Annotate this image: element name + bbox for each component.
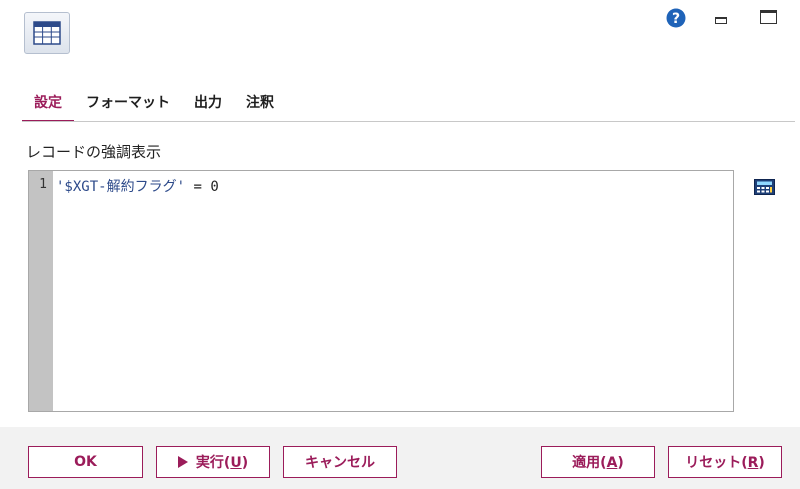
code-line[interactable]: '$XGT-解約フラグ' = 0	[53, 171, 733, 411]
tab-output[interactable]: 出力	[182, 80, 234, 122]
cancel-button[interactable]: キャンセル	[283, 446, 397, 478]
line-number-gutter: 1	[29, 171, 53, 411]
section-label: レコードの強調表示	[26, 143, 162, 161]
ok-button-label: OK	[74, 454, 97, 470]
apply-button-label: 適用(A)	[572, 455, 624, 471]
run-button-label: 実行(U)	[195, 455, 249, 471]
tab-annotation[interactable]: 注釈	[234, 80, 286, 122]
cancel-button-label: キャンセル	[305, 455, 375, 471]
code-string-token: '$XGT-解約フラグ'	[56, 179, 186, 195]
reset-button-label: リセット(R)	[685, 455, 765, 471]
line-number: 1	[39, 177, 47, 192]
tab-divider	[22, 121, 795, 122]
apply-button[interactable]: 適用(A)	[541, 446, 655, 478]
run-button[interactable]: 実行(U)	[156, 446, 270, 478]
tab-bar: 設定 フォーマット 出力 注釈	[22, 80, 286, 122]
tab-format[interactable]: フォーマット	[74, 80, 182, 122]
tab-settings[interactable]: 設定	[22, 80, 74, 122]
code-value-token: 0	[210, 179, 219, 195]
table-icon	[24, 12, 70, 54]
reset-button[interactable]: リセット(R)	[668, 446, 782, 478]
code-operator-token: =	[193, 179, 202, 195]
calculator-icon[interactable]	[754, 179, 775, 195]
expression-editor[interactable]: 1 '$XGT-解約フラグ' = 0	[28, 170, 734, 412]
ok-button[interactable]: OK	[28, 446, 143, 478]
play-icon	[177, 456, 188, 468]
minimize-icon[interactable]	[715, 17, 727, 24]
svg-text:?: ?	[672, 11, 680, 27]
help-icon[interactable]: ?	[666, 8, 686, 28]
maximize-icon[interactable]	[760, 10, 777, 24]
